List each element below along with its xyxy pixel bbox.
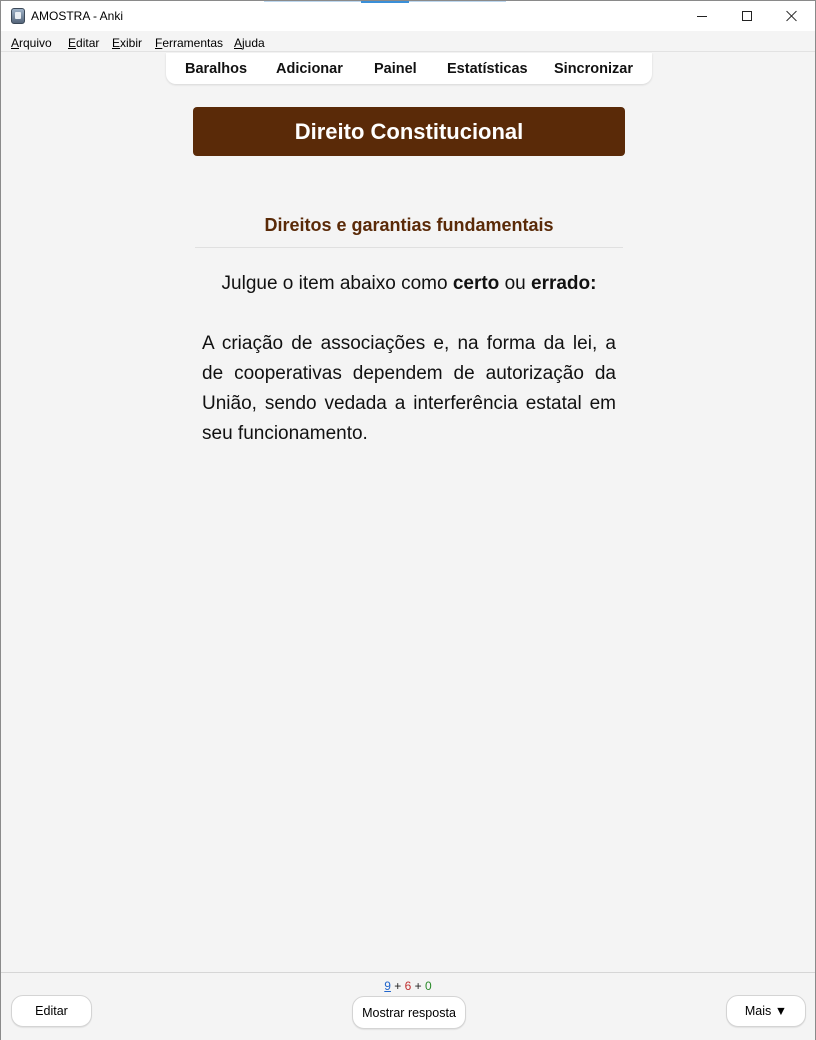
instruction-errado: errado: — [531, 273, 597, 294]
menu-editar[interactable]: Editar — [68, 36, 99, 50]
topic-divider — [195, 247, 623, 248]
close-icon — [786, 10, 798, 22]
anki-app-icon — [11, 8, 25, 24]
count-review: 0 — [425, 979, 432, 993]
nav-browse[interactable]: Painel — [374, 61, 417, 77]
instruction-middle: ou — [499, 273, 531, 294]
nav-add[interactable]: Adicionar — [276, 61, 343, 77]
menu-ferramentas-label: erramentas — [162, 36, 224, 50]
count-separator-2: + — [411, 979, 426, 993]
card-question: A criação de associações e, na forma da … — [202, 333, 616, 444]
menu-arquivo-mnemonic: A — [11, 36, 20, 50]
instruction-prefix: Julgue o item abaixo como — [221, 273, 453, 294]
menu-ajuda-mnemonic: A — [234, 36, 243, 50]
menu-editar-label: ditar — [76, 36, 100, 50]
maximize-icon — [742, 11, 752, 21]
card-topic: Direitos e garantias fundamentais — [264, 215, 554, 235]
minimize-icon — [697, 15, 707, 17]
count-separator-1: + — [390, 979, 405, 993]
more-button[interactable]: Mais ▼ — [726, 995, 806, 1027]
menu-bar: Arquivo Editar Exibir Ferramentas Ajuda — [1, 32, 815, 52]
instruction-certo: certo — [452, 273, 500, 294]
anki-window: AMOSTRA - Anki Arquivo Editar Exibir Fer… — [0, 0, 816, 1040]
menu-ajuda[interactable]: Ajuda — [234, 36, 265, 50]
nav-stats[interactable]: Estatísticas — [447, 61, 528, 77]
nav-sync[interactable]: Sincronizar — [554, 61, 633, 77]
close-button[interactable] — [769, 1, 815, 31]
menu-exibir[interactable]: Exibir — [112, 36, 142, 50]
menu-arquivo[interactable]: Arquivo — [11, 36, 52, 50]
review-bottom-bar: 9 + 6 + 0 Editar Mostrar resposta Mais ▼ — [1, 972, 815, 1040]
deck-title-banner: Direito Constitucional — [193, 107, 625, 156]
minimize-button[interactable] — [679, 1, 725, 31]
edit-button[interactable]: Editar — [11, 995, 92, 1027]
card-instruction: Julgue o item abaixo como certo ou errad… — [193, 273, 625, 295]
menu-arquivo-label: rquivo — [19, 36, 52, 50]
maximize-button[interactable] — [724, 1, 770, 31]
menu-exibir-mnemonic: E — [112, 36, 121, 50]
top-navigation: Baralhos Adicionar Painel Estatísticas S… — [166, 53, 652, 84]
due-counts: 9 + 6 + 0 — [1, 979, 815, 993]
title-bar[interactable]: AMOSTRA - Anki — [1, 1, 815, 31]
show-answer-button[interactable]: Mostrar resposta — [352, 996, 466, 1029]
menu-ajuda-label: juda — [242, 36, 265, 50]
count-new: 9 — [384, 979, 391, 993]
menu-editar-mnemonic: E — [68, 36, 77, 50]
title-bar-accent — [361, 1, 409, 3]
menu-ferramentas[interactable]: Ferramentas — [155, 36, 223, 50]
window-title: AMOSTRA - Anki — [31, 9, 124, 23]
menu-exibir-label: xibir — [120, 36, 143, 50]
nav-decks[interactable]: Baralhos — [185, 61, 247, 77]
